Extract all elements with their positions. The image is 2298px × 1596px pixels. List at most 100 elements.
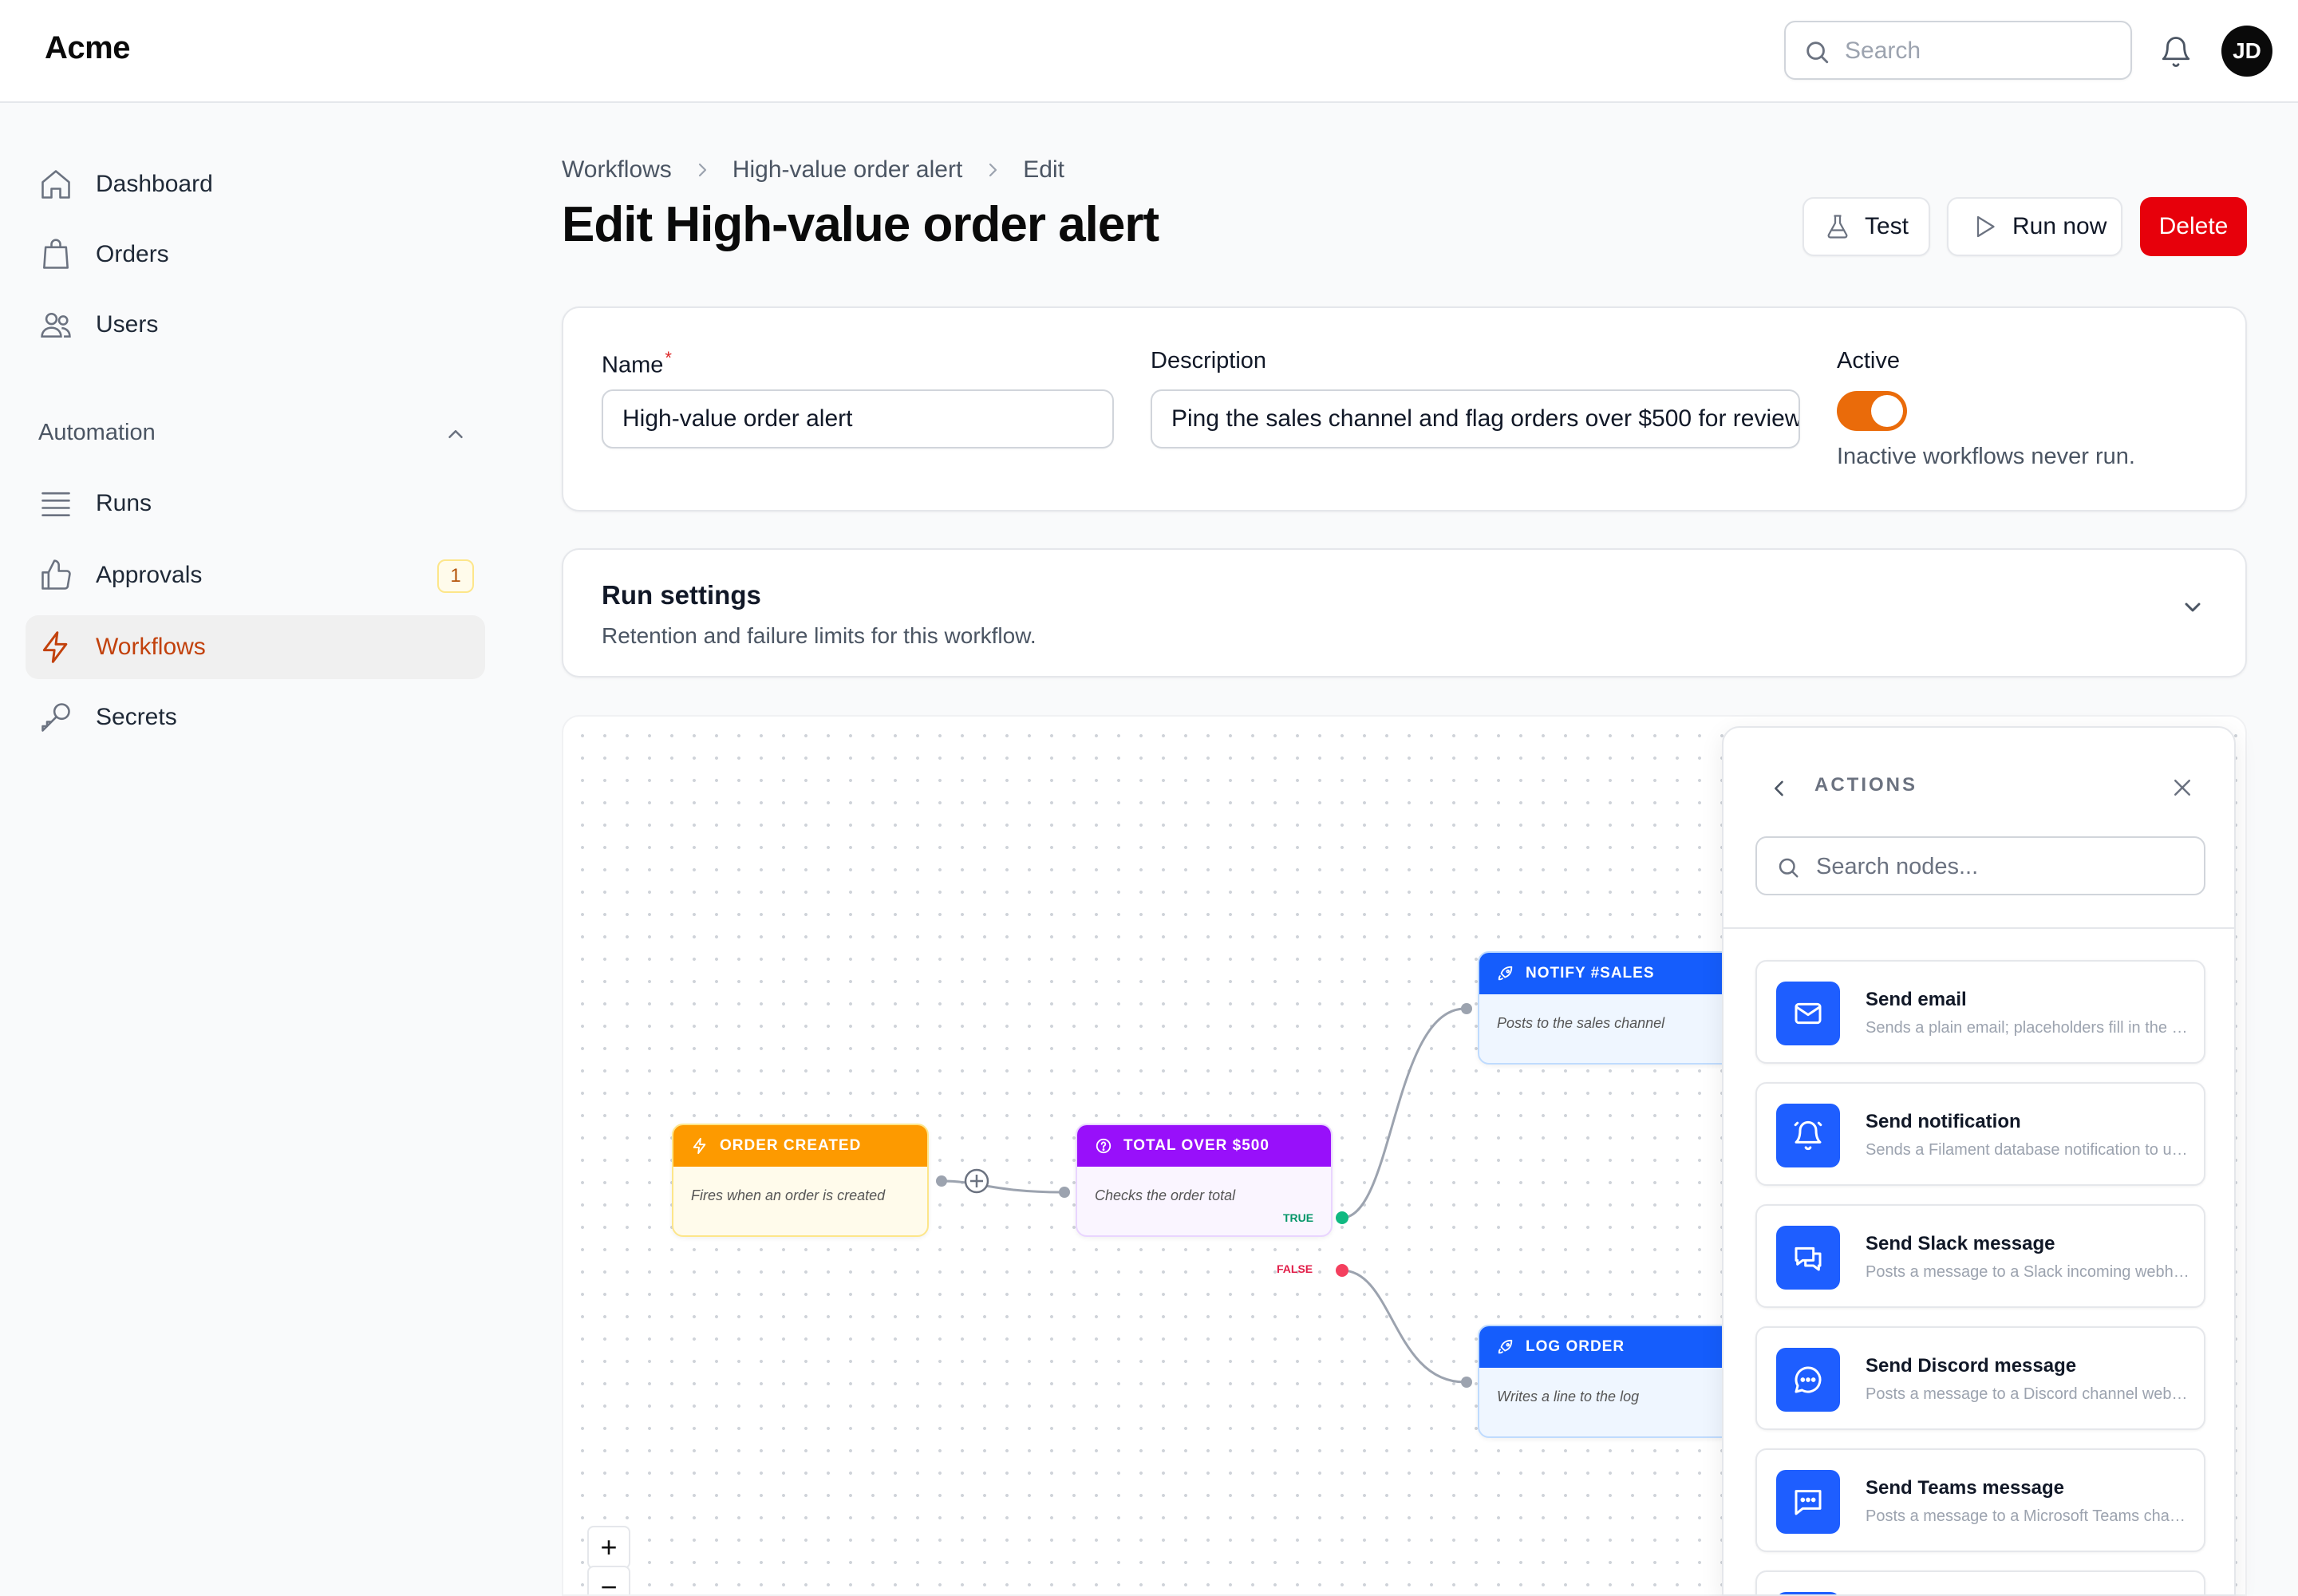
edge-true-to-notify (1341, 1007, 1466, 1219)
sidebar-item-label: Approvals (96, 562, 203, 588)
sidebar-item-runs[interactable]: Runs (26, 472, 485, 535)
zoom-in-button[interactable]: + (587, 1526, 630, 1569)
node-description: Fires when an order is created (691, 1187, 886, 1203)
node-order-created[interactable]: ORDER CREATED Fires when an order is cre… (672, 1124, 929, 1237)
name-label-text: Name (602, 352, 664, 378)
sidebar-item-approvals[interactable]: Approvals 1 (26, 543, 485, 607)
sidebar: Dashboard Orders Users Automation Runs A… (0, 105, 511, 1596)
node-header: ORDER CREATED (673, 1125, 927, 1167)
node-title: NOTIFY #SALES (1526, 965, 1655, 982)
description-field[interactable]: Ping the sales channel and flag orders o… (1151, 389, 1800, 448)
sidebar-item-label: Dashboard (96, 171, 213, 197)
breadcrumb-item-current: Edit (1023, 156, 1064, 183)
node-description: Writes a line to the log (1497, 1389, 1640, 1404)
run-now-button[interactable]: Run now (1947, 197, 2122, 256)
brand-logo[interactable]: Acme (45, 30, 130, 66)
node-log-order[interactable]: LOG ORDER Writes a line to the log (1478, 1325, 1735, 1438)
flask-icon (1827, 215, 1848, 239)
action-icon (1776, 1592, 1840, 1594)
search-icon (1779, 858, 1799, 878)
false-port (1336, 1264, 1348, 1277)
chat-bubble-icon (1776, 1348, 1840, 1412)
action-send-email[interactable]: Send email Sends a plain email; placehol… (1755, 960, 2205, 1064)
edge-order-to-condition (942, 1179, 1064, 1194)
action-send-discord-message[interactable]: Send Discord message Posts a message to … (1755, 1326, 2205, 1430)
breadcrumb-item[interactable]: Workflows (562, 156, 672, 184)
bell-icon (1776, 1104, 1840, 1167)
action-send-slack-message[interactable]: Send Slack message Posts a message to a … (1755, 1204, 2205, 1308)
rocket-icon (1498, 966, 1513, 981)
shopping-bag-icon (43, 239, 69, 269)
chevron-down-icon[interactable] (2180, 595, 2205, 620)
actions-panel-title: ACTIONS (1814, 774, 1917, 796)
action-description: Posts a message to a Discord channel web… (1866, 1385, 2193, 1403)
sidebar-item-workflows[interactable]: Workflows (26, 615, 485, 679)
delete-button[interactable]: Delete (2140, 197, 2247, 256)
approvals-count-badge: 1 (437, 559, 474, 593)
sidebar-item-dashboard[interactable]: Dashboard (26, 152, 485, 216)
test-button-label: Test (1865, 213, 1909, 239)
edge-false-to-log (1341, 1269, 1466, 1384)
action-send-notification[interactable]: Send notification Sends a Filament datab… (1755, 1082, 2205, 1186)
workflow-form-card: Name* High-value order alert Description… (562, 306, 2247, 512)
home-icon (41, 170, 70, 199)
breadcrumb-item[interactable]: High-value order alert (732, 156, 962, 184)
mail-icon (1776, 982, 1840, 1045)
close-icon[interactable] (2170, 776, 2194, 800)
users-icon (41, 312, 71, 338)
action-description: Sends a plain email; placeholders fill i… (1866, 1019, 2193, 1037)
chevron-right-icon (989, 163, 997, 177)
zoom-out-button[interactable]: − (587, 1566, 630, 1594)
sidebar-group-automation[interactable]: Automation (38, 420, 156, 446)
action-description: Sends a Filament database notification t… (1866, 1141, 2193, 1159)
global-search[interactable] (1784, 21, 2132, 80)
run-now-button-label: Run now (2012, 213, 2107, 239)
node-description: Posts to the sales channel (1497, 1015, 1665, 1031)
sidebar-item-orders[interactable]: Orders (26, 223, 485, 286)
sidebar-item-users[interactable]: Users (26, 293, 485, 357)
node-header: LOG ORDER (1479, 1326, 1733, 1368)
node-title: LOG ORDER (1526, 1338, 1625, 1355)
name-field[interactable]: High-value order alert (602, 389, 1114, 448)
node-search-input[interactable] (1816, 847, 2183, 886)
action-item-partial[interactable] (1755, 1570, 2205, 1594)
action-send-teams-message[interactable]: Send Teams message Posts a message to a … (1755, 1448, 2205, 1552)
run-settings-section[interactable]: Run settings Retention and failure limit… (562, 548, 2247, 678)
run-settings-description: Retention and failure limits for this wo… (602, 623, 1036, 648)
node-search[interactable] (1755, 836, 2205, 895)
test-button[interactable]: Test (1802, 197, 1930, 256)
message-square-icon (1776, 1470, 1840, 1534)
toggle-knob (1871, 395, 1903, 427)
chat-icon (1776, 1226, 1840, 1290)
chevron-left-icon[interactable] (1768, 777, 1791, 800)
bolt-icon (42, 631, 68, 663)
sidebar-item-label: Users (96, 311, 159, 338)
bolt-icon (693, 1137, 706, 1155)
action-title: Send Slack message (1866, 1233, 2055, 1254)
chevron-right-icon (698, 163, 706, 177)
action-description: Posts a message to a Microsoft Teams cha… (1866, 1507, 2193, 1525)
input-port (1461, 1377, 1472, 1388)
true-port (1336, 1211, 1348, 1224)
user-avatar[interactable]: JD (2221, 26, 2272, 77)
breadcrumb: Workflows High-value order alert Edit (562, 154, 1064, 186)
top-bar: Acme JD (0, 0, 2298, 103)
chevron-up-icon[interactable] (444, 422, 468, 446)
divider (1724, 927, 2234, 929)
active-label: Active (1837, 348, 1900, 373)
sidebar-item-label: Runs (96, 490, 152, 516)
node-notify-sales[interactable]: NOTIFY #SALES Posts to the sales channel (1478, 951, 1735, 1065)
action-title: Send Teams message (1866, 1477, 2065, 1499)
output-port (936, 1175, 947, 1187)
page-title: Edit High-value order alert (562, 197, 1159, 252)
sidebar-item-label: Orders (96, 241, 169, 267)
search-icon (1806, 41, 1829, 64)
global-search-input[interactable] (1845, 32, 2116, 70)
bell-icon[interactable] (2159, 35, 2193, 69)
action-title: Send email (1866, 989, 1967, 1010)
question-circle-icon (1096, 1138, 1111, 1154)
sidebar-item-secrets[interactable]: Secrets (26, 685, 485, 749)
active-toggle[interactable] (1837, 391, 1907, 431)
run-settings-title: Run settings (602, 580, 761, 610)
rocket-icon (1498, 1339, 1513, 1354)
